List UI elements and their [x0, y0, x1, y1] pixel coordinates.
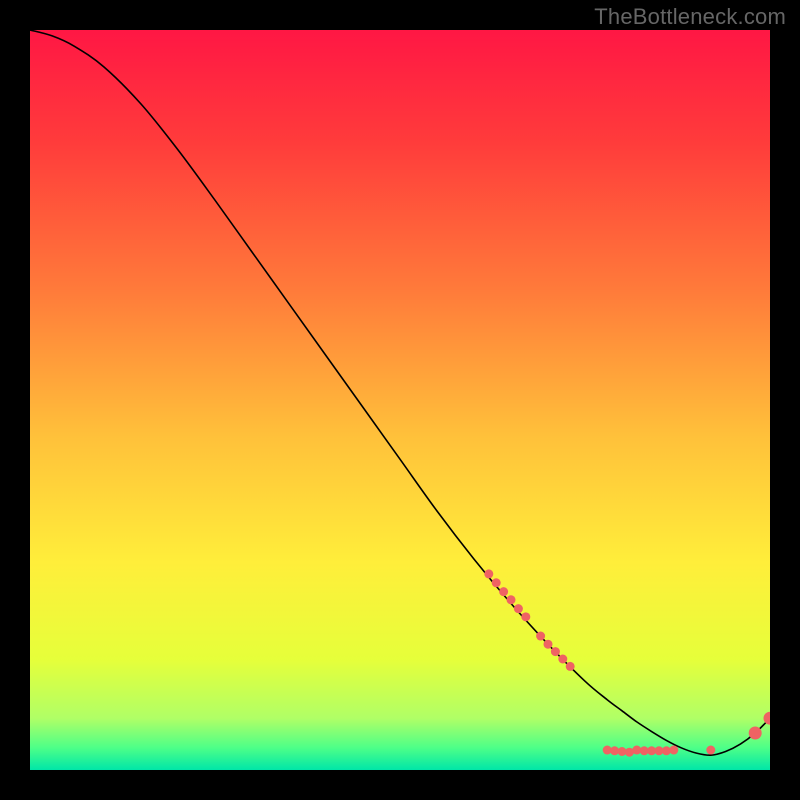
marker-point — [544, 640, 553, 649]
marker-point — [749, 727, 762, 740]
marker-point — [484, 569, 493, 578]
marker-point — [507, 595, 516, 604]
marker-point — [558, 655, 567, 664]
marker-point — [521, 612, 530, 621]
marker-point — [706, 746, 715, 755]
watermark-text: TheBottleneck.com — [594, 4, 786, 30]
marker-point — [536, 632, 545, 641]
marker-point — [669, 746, 678, 755]
plot-area — [30, 30, 770, 770]
chart-svg — [30, 30, 770, 770]
marker-point — [566, 662, 575, 671]
marker-point — [514, 604, 523, 613]
marker-point — [499, 587, 508, 596]
marker-point — [492, 578, 501, 587]
chart-container: TheBottleneck.com — [0, 0, 800, 800]
gradient-background — [30, 30, 770, 770]
marker-point — [551, 647, 560, 656]
